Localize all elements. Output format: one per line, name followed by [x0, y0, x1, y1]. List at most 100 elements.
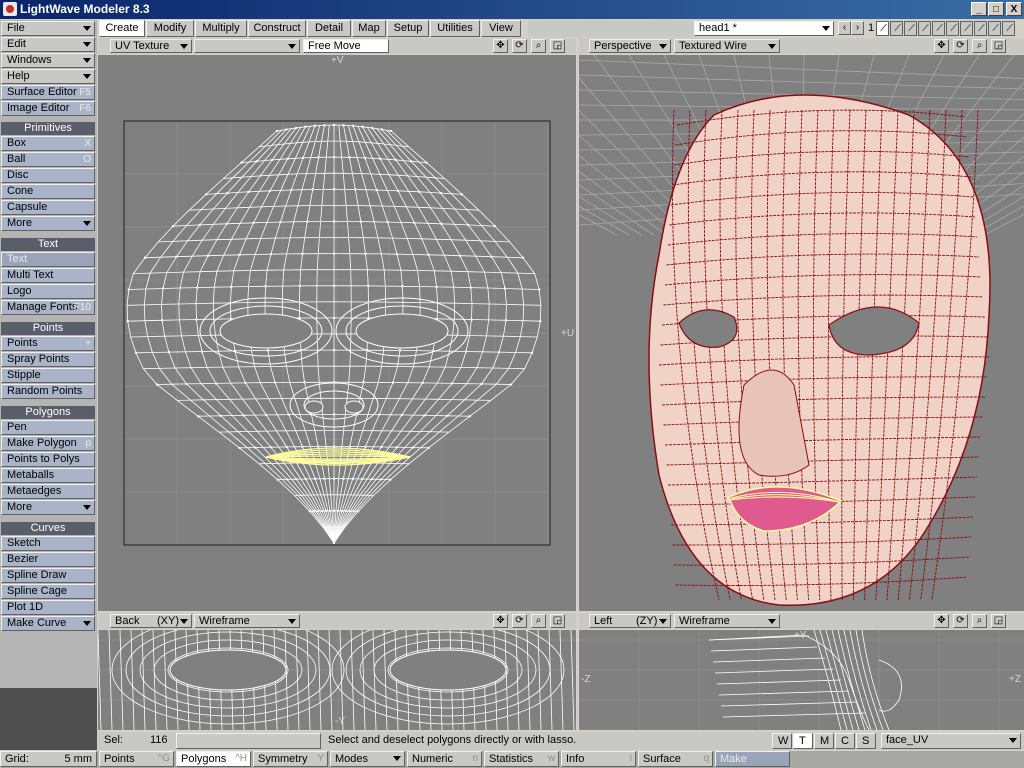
- persp-mode-dropdown[interactable]: Textured Wire: [674, 39, 780, 53]
- tool-metaedges-button[interactable]: Metaedges: [1, 484, 95, 499]
- zoom-view-icon[interactable]: ⌕: [972, 39, 987, 53]
- tab-utilities[interactable]: Utilities: [430, 20, 480, 37]
- tool-more-button[interactable]: More: [1, 500, 95, 515]
- maximize-view-icon[interactable]: ◲: [550, 39, 565, 53]
- mode-symmetry-button[interactable]: Symmetry Y: [253, 751, 328, 767]
- tool-bezier-button[interactable]: Bezier: [1, 552, 95, 567]
- mode-make-button[interactable]: Make: [715, 751, 790, 767]
- move-view-icon[interactable]: ✥: [493, 39, 508, 53]
- menu-surface-editor-button[interactable]: Surface Editor F5: [1, 85, 95, 100]
- layer-button[interactable]: [918, 21, 931, 36]
- maximize-view-icon[interactable]: ◲: [991, 614, 1006, 628]
- wtmcs-s-button[interactable]: S: [856, 733, 876, 749]
- tool-plot-1d-button[interactable]: Plot 1D: [1, 600, 95, 615]
- left-mode-dropdown[interactable]: Wireframe: [674, 614, 780, 628]
- minimize-button[interactable]: _: [971, 2, 987, 16]
- tool-disc-button[interactable]: Disc: [1, 168, 95, 183]
- tab-view[interactable]: View: [481, 20, 521, 37]
- zoom-view-icon[interactable]: ⌕: [972, 614, 987, 628]
- tool-ball-button[interactable]: Ball O: [1, 152, 95, 167]
- tab-setup[interactable]: Setup: [387, 20, 429, 37]
- tool-points-to-polys-button[interactable]: Points to Polys: [1, 452, 95, 467]
- rotate-view-icon[interactable]: ⟳: [953, 614, 968, 628]
- layer-button[interactable]: [1002, 21, 1015, 36]
- left-viewport[interactable]: +Y -Z +Z: [579, 630, 1024, 730]
- tab-map[interactable]: Map: [352, 20, 386, 37]
- move-view-icon[interactable]: ✥: [934, 39, 949, 53]
- layer-button[interactable]: [904, 21, 917, 36]
- layer-button[interactable]: [946, 21, 959, 36]
- next-layer-button[interactable]: ›: [851, 21, 864, 35]
- close-button[interactable]: X: [1006, 2, 1022, 16]
- wtmcs-m-button[interactable]: M: [814, 733, 834, 749]
- tool-logo-button[interactable]: Logo: [1, 284, 95, 299]
- tab-multiply[interactable]: Multiply: [195, 20, 247, 37]
- vmap-dropdown[interactable]: face_UV: [881, 733, 1021, 749]
- tool-multi-text-button[interactable]: Multi Text: [1, 268, 95, 283]
- uv-view-dropdown[interactable]: UV Texture: [110, 39, 192, 53]
- mode-points-button[interactable]: Points ^G: [99, 751, 174, 767]
- layer-button[interactable]: [932, 21, 945, 36]
- object-select[interactable]: head1 *: [694, 21, 834, 36]
- tool-make-polygon-button[interactable]: Make Polygon p: [1, 436, 95, 451]
- menu-file-button[interactable]: File: [1, 21, 95, 36]
- layer-button[interactable]: [876, 21, 889, 36]
- layer-button[interactable]: [988, 21, 1001, 36]
- uv-viewport[interactable]: +V +U: [98, 55, 576, 611]
- move-view-icon[interactable]: ✥: [493, 614, 508, 628]
- tab-modify[interactable]: Modify: [146, 20, 194, 37]
- tool-cone-button[interactable]: Cone: [1, 184, 95, 199]
- menu-help-button[interactable]: Help: [1, 69, 95, 84]
- maximize-view-icon[interactable]: ◲: [991, 39, 1006, 53]
- maximize-view-icon[interactable]: ◲: [550, 614, 565, 628]
- mode-modes-button[interactable]: Modes: [330, 751, 405, 767]
- mode-polygons-button[interactable]: Polygons ^H: [176, 751, 251, 767]
- tool-spline-cage-button[interactable]: Spline Cage: [1, 584, 95, 599]
- mode-statistics-button[interactable]: Statistics w: [484, 751, 559, 767]
- layer-button[interactable]: [974, 21, 987, 36]
- back-view-dropdown[interactable]: Back (XY): [110, 614, 192, 628]
- tool-stipple-button[interactable]: Stipple: [1, 368, 95, 383]
- tool-points-button[interactable]: Points +: [1, 336, 95, 351]
- mode-surface-button[interactable]: Surface q: [638, 751, 713, 767]
- wtmcs-c-button[interactable]: C: [835, 733, 855, 749]
- tool-spray-points-button[interactable]: Spray Points: [1, 352, 95, 367]
- zoom-view-icon[interactable]: ⌕: [531, 614, 546, 628]
- mode-info-button[interactable]: Info i: [561, 751, 636, 767]
- left-view-dropdown[interactable]: Left (ZY): [589, 614, 671, 628]
- tab-construct[interactable]: Construct: [248, 20, 306, 37]
- move-view-icon[interactable]: ✥: [934, 614, 949, 628]
- menu-image-editor-button[interactable]: Image Editor F6: [1, 101, 95, 116]
- rotate-view-icon[interactable]: ⟳: [512, 39, 527, 53]
- tool-capsule-button[interactable]: Capsule: [1, 200, 95, 215]
- maximize-button[interactable]: □: [988, 2, 1004, 16]
- tool-manage-fonts-button[interactable]: Manage Fonts F10: [1, 300, 95, 315]
- uv-spare-dropdown[interactable]: [194, 39, 300, 53]
- tool-box-button[interactable]: Box X: [1, 136, 95, 151]
- rotate-view-icon[interactable]: ⟳: [953, 39, 968, 53]
- menu-edit-button[interactable]: Edit: [1, 37, 95, 52]
- tool-make-curve-button[interactable]: Make Curve: [1, 616, 95, 631]
- tool-text-button[interactable]: Text: [1, 252, 95, 267]
- layer-button[interactable]: [890, 21, 903, 36]
- tool-more-button[interactable]: More: [1, 216, 95, 231]
- tool-spline-draw-button[interactable]: Spline Draw: [1, 568, 95, 583]
- wtmcs-t-button[interactable]: T: [793, 733, 813, 749]
- layer-button[interactable]: [960, 21, 973, 36]
- prev-layer-button[interactable]: ‹: [838, 21, 851, 35]
- tab-create[interactable]: Create: [99, 20, 145, 37]
- back-viewport[interactable]: -Y: [98, 630, 576, 730]
- perspective-viewport[interactable]: [579, 55, 1024, 611]
- wtmcs-w-button[interactable]: W: [772, 733, 792, 749]
- tab-detail[interactable]: Detail: [307, 20, 351, 37]
- back-mode-dropdown[interactable]: Wireframe: [194, 614, 300, 628]
- tool-pen-button[interactable]: Pen: [1, 420, 95, 435]
- persp-view-dropdown[interactable]: Perspective: [589, 39, 671, 53]
- tool-metaballs-button[interactable]: Metaballs: [1, 468, 95, 483]
- menu-windows-button[interactable]: Windows: [1, 53, 95, 68]
- mode-numeric-button[interactable]: Numeric n: [407, 751, 482, 767]
- zoom-view-icon[interactable]: ⌕: [531, 39, 546, 53]
- tool-random-points-button[interactable]: Random Points: [1, 384, 95, 399]
- rotate-view-icon[interactable]: ⟳: [512, 614, 527, 628]
- tool-sketch-button[interactable]: Sketch: [1, 536, 95, 551]
